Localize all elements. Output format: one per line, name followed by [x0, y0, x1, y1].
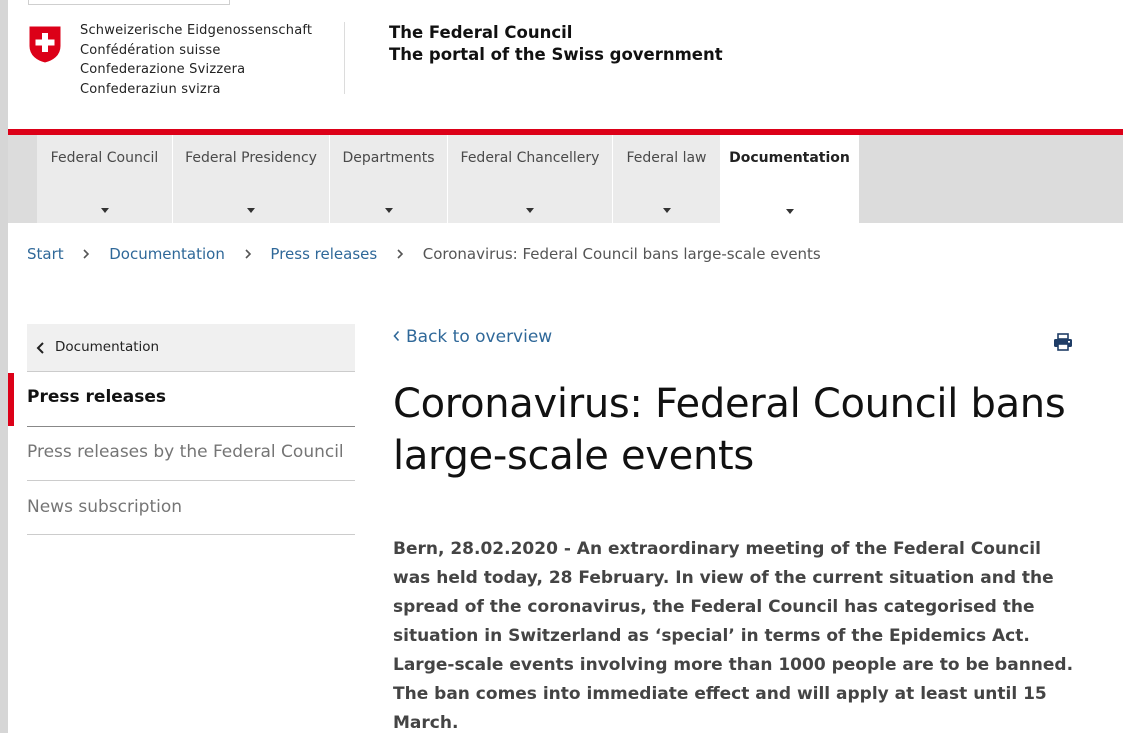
site-header: Schweizerische Eidgenossenschaft Confédé…	[8, 0, 1123, 130]
caret-down-icon	[384, 208, 393, 213]
portal-title-line-1: The Federal Council	[389, 23, 573, 42]
sidebar-item-press-releases-federal-council[interactable]: Press releases by the Federal Council	[27, 427, 355, 481]
nav-item-label: Federal law	[626, 150, 707, 166]
name-romansh: Confederaziun svizra	[80, 81, 221, 97]
window-left-edge	[0, 0, 8, 733]
sidebar-back-documentation[interactable]: Documentation	[27, 324, 355, 372]
main-navigation: Federal Council Federal Presidency Depar…	[8, 135, 1123, 224]
printer-icon[interactable]	[1053, 333, 1073, 351]
portal-title-line-2: The portal of the Swiss government	[389, 45, 723, 64]
sidebar-item-label: News subscription	[27, 497, 183, 517]
breadcrumb-start[interactable]: Start	[27, 245, 64, 263]
chevron-right-icon	[397, 248, 404, 259]
chevron-right-icon	[83, 248, 90, 259]
swiss-coat-of-arms-icon[interactable]	[27, 24, 63, 64]
nav-item-label: Federal Council	[50, 150, 159, 166]
header-divider	[344, 22, 345, 94]
page-title: Coronavirus: Federal Council bans large-…	[393, 378, 1093, 482]
sidebar-item-news-subscription[interactable]: News subscription	[27, 481, 355, 535]
page-title-line-2: large-scale events	[393, 433, 754, 479]
back-to-overview-label: Back to overview	[406, 327, 553, 347]
nav-item-federal-chancellery[interactable]: Federal Chancellery	[448, 135, 613, 223]
chevron-right-icon	[245, 248, 251, 259]
nav-item-federal-council[interactable]: Federal Council	[37, 135, 173, 223]
breadcrumb-documentation[interactable]: Documentation	[109, 245, 225, 263]
confederation-names[interactable]: Schweizerische Eidgenossenschaft Confédé…	[80, 21, 312, 99]
caret-down-icon	[247, 208, 255, 213]
name-italian: Confederazione Svizzera	[80, 62, 246, 77]
caret-down-icon	[662, 208, 671, 213]
sidebar-item-label: Press releases	[27, 387, 167, 407]
nav-item-label: Departments	[342, 150, 435, 166]
breadcrumb-current: Coronavirus: Federal Council bans large-…	[422, 244, 821, 263]
nav-item-label: Federal Chancellery	[460, 150, 600, 166]
nav-item-documentation[interactable]: Documentation	[721, 135, 859, 224]
chevron-left-icon	[36, 342, 44, 354]
breadcrumb: Start Documentation Press releases Coron…	[27, 244, 821, 263]
chevron-left-icon	[393, 330, 400, 341]
sidebar-active-indicator	[8, 373, 14, 426]
back-to-overview-link[interactable]: Back to overview	[393, 327, 552, 347]
nav-item-label: Documentation	[729, 150, 850, 166]
portal-title[interactable]: The Federal Council The portal of the Sw…	[389, 22, 723, 66]
nav-item-departments[interactable]: Departments	[330, 135, 448, 223]
sidebar-back-label: Documentation	[55, 339, 160, 355]
nav-item-federal-law[interactable]: Federal law	[613, 135, 721, 223]
sidebar-item-label: Press releases by the Federal Council	[27, 442, 344, 462]
language-bar-stub	[28, 0, 230, 5]
page-title-line-1: Coronavirus: Federal Council bans	[393, 381, 1066, 427]
nav-item-federal-presidency[interactable]: Federal Presidency	[173, 135, 330, 223]
caret-down-icon	[785, 209, 794, 214]
caret-down-icon	[526, 208, 534, 213]
breadcrumb-press-releases[interactable]: Press releases	[270, 245, 377, 263]
caret-down-icon	[100, 208, 109, 213]
name-german: Schweizerische Eidgenossenschaft	[80, 23, 313, 38]
nav-item-label: Federal Presidency	[185, 150, 317, 166]
lead-paragraph: Bern, 28.02.2020 - An extraordinary meet…	[393, 539, 1074, 733]
name-french: Confédération suisse	[80, 42, 221, 58]
sidebar-item-press-releases[interactable]: Press releases	[27, 373, 355, 427]
